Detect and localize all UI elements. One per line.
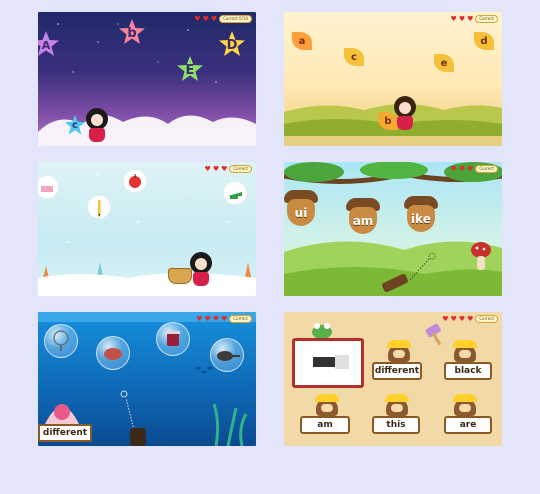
score-counter: Correct <box>475 315 498 323</box>
acorn-word-choice[interactable]: am <box>346 198 380 234</box>
mole-character <box>450 392 480 416</box>
game-screen-mole-words[interactable]: ♥ ♥ ♥ ♥ Correct different black am this … <box>284 312 502 446</box>
word-choice[interactable]: are <box>444 416 492 434</box>
apple-icon <box>129 174 141 188</box>
game-screen-letter-stars[interactable]: ♥ ♥ ♥ Correct 0/10 A b D E c <box>38 12 256 146</box>
heart-icon: ♥ <box>450 164 457 173</box>
heart-icon: ♥ <box>458 164 466 173</box>
target-word-card: different <box>38 424 92 442</box>
heart-icon: ♥ <box>204 314 211 323</box>
heart-icon: ♥ <box>450 14 457 23</box>
mushroom-character <box>471 242 491 270</box>
crocodile-picture-choice[interactable] <box>224 182 246 204</box>
heart-icon: ♥ <box>210 14 218 23</box>
game-screen-snow-pictures[interactable]: ♥ ♥ ♥ Correct <box>38 162 256 296</box>
word-choice[interactable]: this <box>372 416 420 434</box>
frog-character <box>312 323 332 339</box>
hud: ♥ ♥ ♥ Correct 0/10 <box>194 15 252 23</box>
game-screen-acorn-words[interactable]: ♥ ♥ ♥ Correct ui am ike <box>284 162 502 296</box>
word-choice[interactable]: different <box>372 362 422 380</box>
hud: ♥ ♥ ♥ Correct <box>451 15 498 23</box>
jam-bubble-choice[interactable] <box>156 322 190 356</box>
word-choice[interactable]: black <box>444 362 492 380</box>
heart-icon: ♥ <box>204 164 211 173</box>
game-screen-letter-leaves[interactable]: ♥ ♥ ♥ Correct a c e d b <box>284 12 502 146</box>
acorn-word-label: ike <box>407 205 435 232</box>
heart-icon: ♥ <box>467 314 474 323</box>
cake-icon <box>41 184 53 192</box>
heart-icon: ♥ <box>467 14 474 23</box>
acorn-word-choice[interactable]: ui <box>284 190 318 226</box>
apple-picture-choice[interactable] <box>124 170 146 192</box>
heart-icon: ♥ <box>212 164 220 173</box>
hud: ♥ ♥ ♥ Correct <box>451 165 498 173</box>
crocodile-icon <box>228 192 242 199</box>
acorn-word-choice[interactable]: ike <box>404 196 438 232</box>
mole-character <box>384 338 414 362</box>
pan-bubble-choice[interactable] <box>210 338 244 372</box>
pan-icon <box>217 351 240 361</box>
shell-character <box>44 404 80 426</box>
letter-star-label: D <box>226 37 238 53</box>
heart-icon: ♥ <box>221 314 228 323</box>
heart-icon: ♥ <box>221 164 228 173</box>
heart-icon: ♥ <box>202 14 209 23</box>
hud: ♥ ♥ ♥ Correct <box>205 165 252 173</box>
score-counter: Correct 0/10 <box>219 15 252 23</box>
paint-icon <box>313 355 349 369</box>
fan-bubble-choice[interactable] <box>44 324 78 358</box>
hud: ♥ ♥ ♥ ♥ Correct <box>196 315 252 323</box>
heart-icon: ♥ <box>467 164 474 173</box>
mole-character <box>312 392 342 416</box>
jam-icon <box>166 331 180 346</box>
acorn-word-label: ui <box>287 199 315 226</box>
score-counter: Correct <box>475 165 498 173</box>
heart-icon: ♥ <box>212 314 220 323</box>
girl-character <box>186 252 216 288</box>
heart-icon: ♥ <box>458 314 466 323</box>
heart-icon: ♥ <box>458 14 466 23</box>
word-choice[interactable]: am <box>300 416 350 434</box>
pencil-picture-choice[interactable] <box>88 196 110 218</box>
letter-star-label: A <box>41 38 51 52</box>
fan-icon <box>53 330 69 351</box>
score-counter: Correct <box>229 165 252 173</box>
heart-icon: ♥ <box>194 14 201 23</box>
girl-character <box>390 96 420 132</box>
meat-bubble-choice[interactable] <box>96 336 130 370</box>
girl-character <box>82 108 112 144</box>
heart-icon: ♥ <box>196 314 203 323</box>
picture-card <box>292 338 364 388</box>
pencil-icon <box>98 200 101 217</box>
hammer-icon <box>425 323 442 346</box>
mole-character <box>450 338 480 362</box>
score-counter: Correct <box>475 15 498 23</box>
mole-character <box>382 392 412 416</box>
score-counter: Correct <box>229 315 252 323</box>
acorn-word-label: am <box>349 207 377 234</box>
game-screen-underwater-bubbles[interactable]: ♥ ♥ ♥ ♥ Correct different <box>38 312 256 446</box>
letter-star-label: b <box>127 25 137 41</box>
cake-picture-choice[interactable] <box>38 176 58 198</box>
letter-star-label: E <box>185 62 195 78</box>
meat-icon <box>104 348 122 360</box>
